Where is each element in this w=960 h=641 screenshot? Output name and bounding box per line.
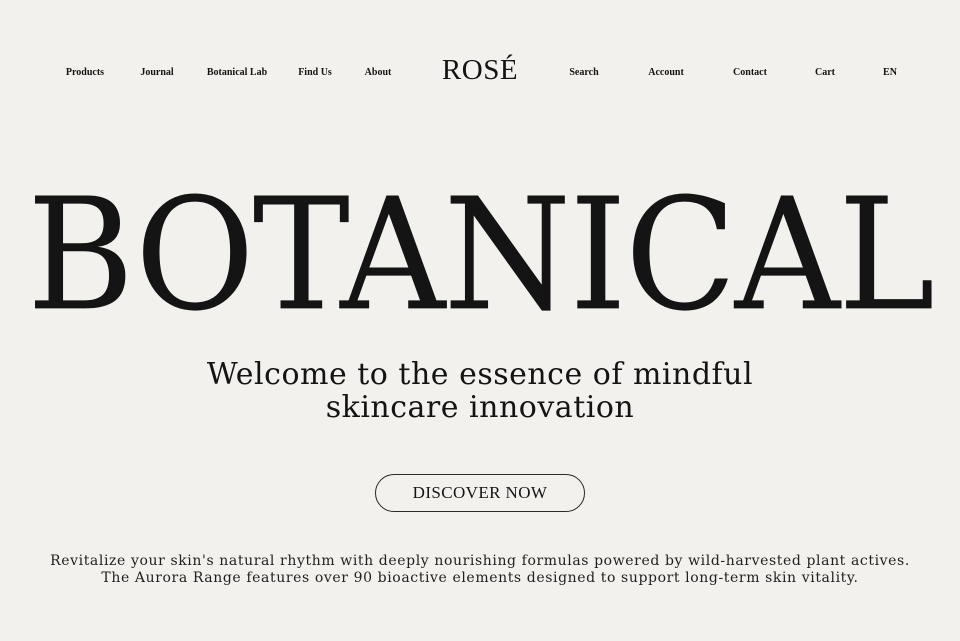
hero-subtitle-line-1: Welcome to the essence of mindful	[206, 357, 754, 392]
hero-subtitle: Welcome to the essence of mindful skinca…	[130, 358, 830, 424]
top-navigation: Products Journal Botanical Lab Find Us A…	[0, 0, 960, 150]
nav-link-account[interactable]: Account	[648, 67, 684, 78]
nav-link-about[interactable]: About	[365, 67, 392, 78]
description-text: Revitalize your skin's natural rhythm wi…	[20, 553, 940, 587]
hero-subtitle-line-2: skincare innovation	[325, 390, 635, 425]
nav-link-contact[interactable]: Contact	[733, 67, 767, 78]
nav-link-cart[interactable]: Cart	[815, 67, 835, 78]
nav-link-search[interactable]: Search	[569, 67, 598, 78]
discover-now-button[interactable]: DISCOVER NOW	[375, 474, 585, 512]
description-line-2: The Aurora Range features over 90 bioact…	[101, 570, 859, 586]
hero-title: BOTANICAL	[26, 165, 935, 346]
brand-logo[interactable]: ROSÉ	[442, 54, 518, 87]
nav-link-find-us[interactable]: Find Us	[298, 67, 332, 78]
nav-link-botanical-lab[interactable]: Botanical Lab	[207, 67, 267, 78]
nav-link-products[interactable]: Products	[66, 67, 104, 78]
description-line-1: Revitalize your skin's natural rhythm wi…	[50, 553, 910, 569]
language-selector[interactable]: EN	[883, 67, 897, 78]
nav-link-journal[interactable]: Journal	[140, 67, 173, 78]
